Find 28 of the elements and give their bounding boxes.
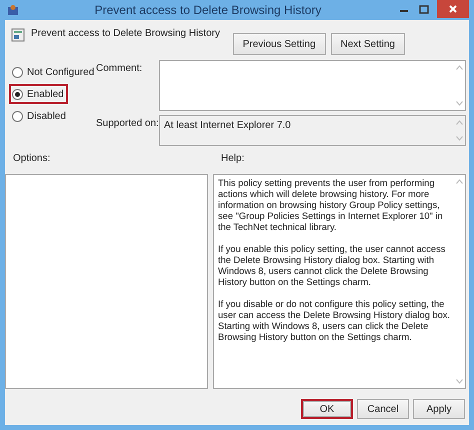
comment-field[interactable] — [159, 60, 466, 111]
nav-button[interactable]: Previous Setting — [232, 33, 326, 55]
close-button[interactable] — [437, 0, 469, 18]
setting-name: Prevent access to Delete Browsing History — [31, 28, 220, 39]
scroll-up-icon[interactable] — [456, 179, 462, 184]
app-icon — [7, 4, 19, 16]
radio-option[interactable]: Disabled — [9, 106, 70, 126]
nav-button[interactable]: Next Setting — [330, 33, 405, 55]
options-label: Options: — [13, 153, 52, 166]
dialog-button[interactable]: Cancel — [357, 399, 409, 419]
help-label: Help: — [221, 153, 244, 166]
scroll-up-icon[interactable] — [456, 120, 462, 125]
scroll-down-icon[interactable] — [456, 136, 462, 141]
help-paragraph: If you disable or do not configure this policy setting, the user can access the Delete Browsing History dialog box. Starting with Windows 8, users can click the Delete Browsing History button on the Settings charm. — [218, 299, 451, 343]
help-paragraph: If you enable this policy setting, the user cannot access the Delete Browsing History dialog box. Starting with Windows 8, users cannot click the Delete Browsing History button on the Settings charm. — [218, 244, 446, 288]
supported-on-value: At least Internet Explorer 7.0 — [163, 119, 292, 133]
scroll-down-icon[interactable] — [456, 101, 462, 106]
dialog-button[interactable]: Apply — [413, 399, 465, 419]
scroll-down-icon[interactable] — [456, 379, 462, 384]
maximize-icon[interactable] — [417, 4, 431, 16]
window-title: Prevent access to Delete Browsing History — [94, 3, 322, 17]
radio-option[interactable]: Enabled — [9, 84, 68, 104]
policy-icon — [11, 28, 25, 42]
scroll-up-icon[interactable] — [456, 65, 462, 70]
close-icon — [448, 4, 458, 14]
supported-on-label: Supported on: — [95, 117, 159, 131]
dialog-button[interactable]: OK — [301, 399, 353, 419]
help-paragraph: This policy setting prevents the user from performing actions which will delete browsing history. For more information on browsing history Group Policy settings, see "Group Policies Settings in Internet Explorer 10" in the TechNet technical library. — [218, 178, 444, 233]
